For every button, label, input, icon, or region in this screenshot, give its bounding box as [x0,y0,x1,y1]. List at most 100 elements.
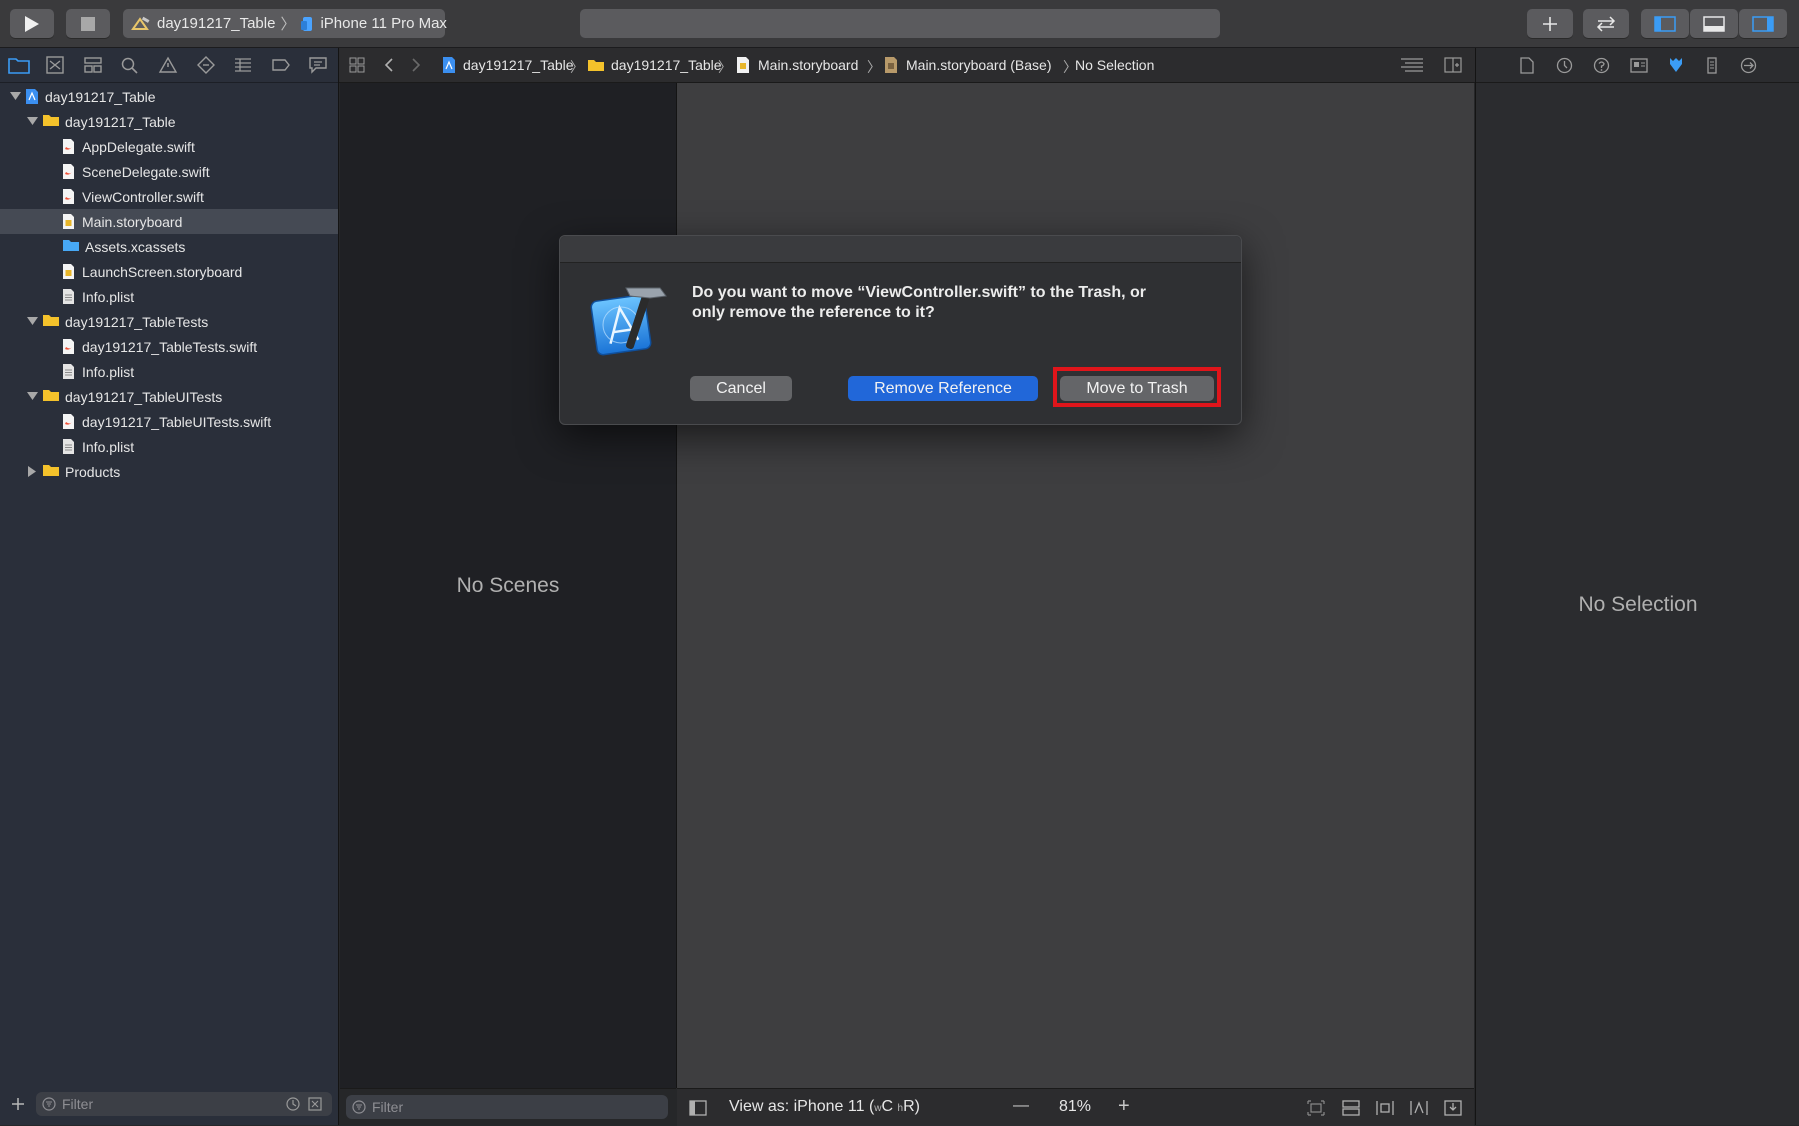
folder-icon[interactable] [8,56,30,76]
toggle-debug-area-button[interactable] [1690,9,1738,38]
related-items-grid-icon[interactable] [349,57,365,73]
chevron-right-icon: 〉 [280,16,296,33]
app-target-icon [131,16,151,32]
navigator-file-row[interactable]: AppDelegate.swift [0,134,338,159]
recent-files-clock-icon[interactable] [286,1097,300,1111]
disclosure-open-icon[interactable] [27,391,38,401]
disclosure-open-icon[interactable] [27,116,38,126]
warning-icon[interactable] [158,56,180,76]
zoom-in-button[interactable]: + [1118,1095,1130,1118]
remove-reference-button[interactable]: Remove Reference [848,376,1038,401]
swift-file-icon [62,163,75,180]
storyboard-base-icon [884,56,898,74]
align-constraints-icon[interactable] [1375,1100,1395,1116]
navigator-group-row[interactable]: day191217_Table [0,84,338,109]
embed-in-stack-icon[interactable] [1342,1100,1360,1116]
navigator-group-row[interactable]: day191217_TableUITests [0,384,338,409]
file-inspector-icon[interactable] [1520,57,1534,74]
navigator-file-row[interactable]: Main.storyboard [0,209,338,234]
toggle-navigator-button[interactable] [1641,9,1689,38]
search-icon[interactable] [120,56,142,76]
run-button[interactable] [10,9,54,38]
breadcrumb-group[interactable]: day191217_Table [611,57,722,73]
no-selection-label: No Selection [1578,593,1698,616]
view-as-device-selector[interactable]: View as: iPhone 11 (wC hR) [729,1098,920,1116]
navigator-file-row[interactable]: LaunchScreen.storyboard [0,259,338,284]
breadcrumb-selection[interactable]: No Selection [1075,57,1154,73]
navigator-item-label: Info.plist [82,364,135,380]
scheme-selector[interactable]: day191217_Table 〉 iPhone 11 Pro Max [123,9,447,38]
navigator-file-row[interactable]: ViewController.swift [0,184,338,209]
report-bubble-icon[interactable] [308,56,330,76]
storyboard-file-icon [62,213,75,230]
forward-chevron-icon[interactable] [411,57,421,73]
symbol-icon[interactable] [83,56,105,76]
resolve-autolayout-issues-icon[interactable] [1444,1100,1462,1116]
attributes-inspector-icon[interactable] [1667,56,1685,74]
add-file-button[interactable] [10,1096,26,1112]
folder-icon [42,388,60,402]
navigator-item-label: day191217_TableTests.swift [82,339,258,355]
inspector-panel: No Selection [1475,48,1799,1125]
identity-inspector-icon[interactable] [1630,57,1648,74]
storyboard-canvas[interactable] [677,83,1474,1088]
disclosure-open-icon[interactable] [10,91,21,101]
navigator-group-row[interactable]: day191217_TableTests [0,309,338,334]
navigator-item-label: ViewController.swift [82,189,204,205]
navigator-file-row[interactable]: Assets.xcassets [0,234,338,259]
stop-icon [81,16,95,31]
help-inspector-icon[interactable] [1593,57,1610,74]
breadcrumb-file[interactable]: Main.storyboard [758,57,858,73]
stop-button[interactable] [66,9,110,38]
source-control-icon[interactable] [45,56,67,76]
navigator-file-row[interactable]: day191217_TableTests.swift [0,334,338,359]
navigator-item-label: day191217_Table [45,89,156,105]
folder-icon [587,58,605,72]
outline-filter-field[interactable]: Filter [346,1095,668,1119]
library-button[interactable] [1527,9,1573,38]
navigator-item-label: Products [65,464,121,480]
dialog-titlebar [560,236,1241,263]
add-new-constraints-icon[interactable] [1409,1100,1429,1116]
swap-arrows-icon [1595,15,1617,32]
connections-inspector-icon[interactable] [1740,57,1757,74]
right-panel-icon [1752,15,1774,32]
code-review-button[interactable] [1583,9,1629,38]
disclosure-closed-icon[interactable] [27,466,37,477]
zoom-level[interactable]: 81% [1059,1098,1091,1116]
move-to-trash-button[interactable]: Move to Trash [1060,376,1214,401]
breakpoint-icon[interactable] [271,56,293,76]
disclosure-open-icon[interactable] [27,316,38,326]
back-chevron-icon[interactable] [384,57,394,73]
project-navigator: day191217_Table day191217_Table AppDelegat… [0,48,339,1125]
breadcrumb-localization[interactable]: Main.storyboard (Base) [906,57,1052,73]
cancel-button[interactable]: Cancel [690,376,792,401]
breadcrumb-project[interactable]: day191217_Table [463,57,574,73]
navigator-group-row[interactable]: Products [0,459,338,484]
canvas-bottom-bar: View as: iPhone 11 (wC hR) — 81% + [677,1088,1474,1126]
toggle-inspector-button[interactable] [1739,9,1787,38]
jump-bar: day191217_Table 〉 day191217_Table 〉 Main… [339,48,1475,83]
test-diamond-icon[interactable] [196,56,218,76]
storyboard-file-icon [62,263,75,280]
zoom-out-button[interactable]: — [1013,1097,1029,1115]
navigator-group-row[interactable]: day191217_Table [0,109,338,134]
size-inspector-icon[interactable] [1705,57,1719,74]
navigator-filter-field[interactable]: Filter [36,1092,332,1116]
filter-icon [42,1097,56,1111]
navigator-file-row[interactable]: Info.plist [0,359,338,384]
source-control-filter-icon[interactable] [308,1097,322,1111]
view-as-label: View as: iPhone 11 ( [729,1098,875,1115]
toggle-outline-icon[interactable] [689,1100,707,1116]
navigator-file-row[interactable]: Info.plist [0,284,338,309]
navigator-file-row[interactable]: Info.plist [0,434,338,459]
navigator-file-row[interactable]: day191217_TableUITests.swift [0,409,338,434]
editor-options-lines-icon[interactable] [1400,57,1424,73]
add-editor-split-icon[interactable] [1444,57,1462,73]
update-frames-icon[interactable] [1307,1100,1325,1116]
navigator-file-row[interactable]: SceneDelegate.swift [0,159,338,184]
debug-list-icon[interactable] [233,56,255,76]
history-inspector-icon[interactable] [1556,57,1573,74]
size-class-regular: R) [903,1098,920,1115]
project-file-icon [25,88,39,105]
